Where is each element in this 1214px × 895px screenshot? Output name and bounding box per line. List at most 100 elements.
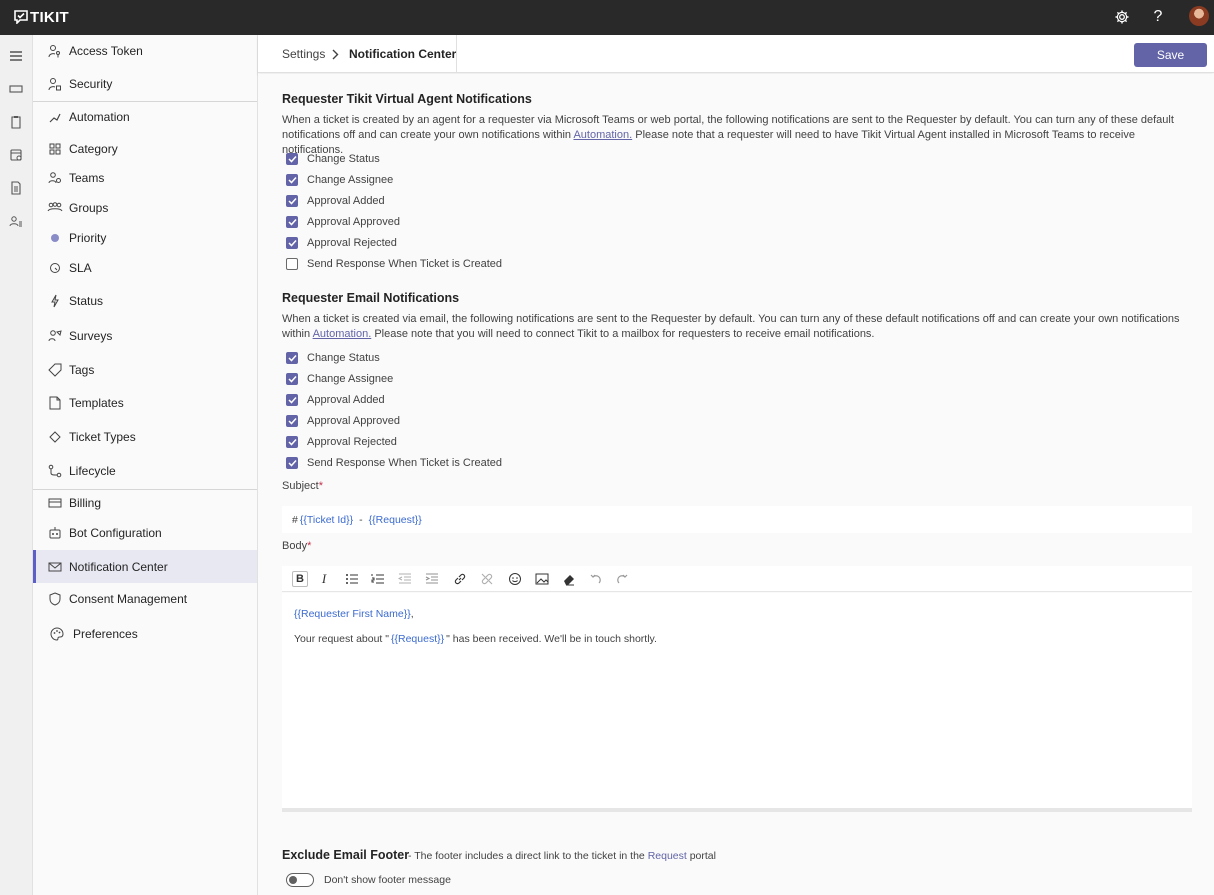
checkbox-checked-icon[interactable]	[286, 174, 298, 186]
email-option-change-status[interactable]: Change Status	[286, 351, 380, 365]
sidebar-item-sla[interactable]: SLA	[33, 253, 257, 283]
bullet-list-icon[interactable]	[344, 571, 360, 587]
va-option-change-assignee[interactable]: Change Assignee	[286, 173, 393, 187]
checkbox-checked-icon[interactable]	[286, 457, 298, 469]
card-icon	[47, 495, 63, 511]
bold-icon[interactable]: B	[292, 571, 308, 587]
email-option-approval-rejected[interactable]: Approval Rejected	[286, 435, 397, 449]
checkbox-unchecked-icon[interactable]	[286, 258, 298, 270]
eraser-icon[interactable]	[561, 571, 577, 587]
sidebar-item-tags[interactable]: Tags	[33, 355, 257, 385]
email-option-change-assignee[interactable]: Change Assignee	[286, 372, 393, 386]
request-token[interactable]: {{Request}}	[391, 633, 444, 645]
checkbox-checked-icon[interactable]	[286, 415, 298, 427]
sidebar-item-preferences[interactable]: Preferences	[33, 619, 257, 649]
va-option-approval-rejected[interactable]: Approval Rejected	[286, 236, 397, 250]
image-icon[interactable]	[534, 571, 550, 587]
sidebar-item-bot-configuration[interactable]: Bot Configuration	[33, 518, 257, 548]
lightning-icon	[47, 293, 63, 309]
numbered-list-icon[interactable]	[370, 571, 386, 587]
sidebar-item-billing[interactable]: Billing	[33, 488, 257, 518]
app-logo[interactable]: TIKIT	[14, 8, 69, 26]
sidebar-item-consent-management[interactable]: Consent Management	[33, 584, 257, 614]
redo-icon[interactable]	[614, 571, 630, 587]
email-option-approval-added[interactable]: Approval Added	[286, 393, 385, 407]
sidebar-item-access-token[interactable]: Access Token	[33, 36, 257, 66]
email-option-approval-approved[interactable]: Approval Approved	[286, 414, 400, 428]
italic-icon[interactable]: I	[316, 571, 332, 587]
automation-link[interactable]: Automation.	[313, 328, 372, 340]
virtual-agent-description: When a ticket is created by an agent for…	[282, 113, 1194, 158]
checkbox-checked-icon[interactable]	[286, 352, 298, 364]
sidebar-item-ticket-types[interactable]: Ticket Types	[33, 422, 257, 452]
checkbox-checked-icon[interactable]	[286, 195, 298, 207]
app-name: TIKIT	[30, 8, 69, 26]
save-button[interactable]: Save	[1134, 43, 1207, 67]
link-icon[interactable]	[452, 571, 468, 587]
sidebar-item-templates[interactable]: Templates	[33, 388, 257, 418]
sidebar-item-category[interactable]: Category	[33, 134, 257, 164]
people-icon[interactable]	[7, 212, 25, 230]
logo-check-icon	[14, 10, 28, 24]
sidebar-item-teams[interactable]: Teams	[33, 163, 257, 193]
va-option-send-response[interactable]: Send Response When Ticket is Created	[286, 257, 502, 271]
sidebar-item-lifecycle[interactable]: Lifecycle	[33, 456, 257, 486]
sidebar-item-surveys[interactable]: Surveys	[33, 321, 257, 351]
top-bar: TIKIT ?	[0, 0, 1214, 35]
body-editor[interactable]: {{Requester First Name}}, Your request a…	[282, 593, 1192, 812]
sidebar-item-label: Preferences	[73, 627, 138, 641]
footer-toggle[interactable]	[286, 873, 314, 887]
option-label: Change Assignee	[307, 174, 394, 186]
option-label: Send Response When Ticket is Created	[307, 457, 503, 469]
virtual-agent-title: Requester Tikit Virtual Agent Notificati…	[282, 92, 532, 106]
hamburger-icon[interactable]	[7, 47, 25, 65]
gear-icon[interactable]	[1112, 7, 1132, 27]
sidebar-item-automation[interactable]: Automation	[33, 102, 257, 132]
clipboard-icon[interactable]	[7, 113, 25, 131]
body-label: Body*	[282, 540, 311, 552]
sidebar-item-label: Bot Configuration	[69, 526, 162, 540]
notification-settings: Requester Tikit Virtual Agent Notificati…	[258, 74, 1214, 895]
sidebar-item-label: Priority	[69, 231, 107, 245]
ticket-id-token[interactable]: {{Ticket Id}}	[300, 514, 353, 526]
checkbox-checked-icon[interactable]	[286, 394, 298, 406]
va-option-approval-added[interactable]: Approval Added	[286, 194, 385, 208]
avatar[interactable]	[1189, 6, 1209, 26]
undo-icon[interactable]	[588, 571, 604, 587]
va-option-approval-approved[interactable]: Approval Approved	[286, 215, 400, 229]
sidebar-item-status[interactable]: Status	[33, 286, 257, 316]
tickets-icon[interactable]	[7, 80, 25, 98]
sidebar-item-notification-center[interactable]: Notification Center	[33, 550, 257, 583]
sidebar-item-security[interactable]: Security	[33, 69, 257, 99]
sidebar-item-label: Category	[69, 142, 118, 156]
emoji-icon[interactable]	[507, 571, 523, 587]
indent-icon[interactable]	[424, 571, 440, 587]
flow-icon	[47, 109, 63, 125]
app-rail	[0, 35, 33, 895]
subject-input[interactable]: # {{Ticket Id}} - {{Request}}	[282, 506, 1192, 533]
outdent-icon[interactable]	[397, 571, 413, 587]
request-token[interactable]: {{Request}}	[369, 514, 422, 526]
checkbox-checked-icon[interactable]	[286, 216, 298, 228]
settings-sidebar: Access Token Security Automation Categor…	[33, 35, 258, 895]
checkbox-checked-icon[interactable]	[286, 153, 298, 165]
calendar-icon[interactable]	[7, 146, 25, 164]
document-icon[interactable]	[7, 179, 25, 197]
unlink-icon[interactable]	[479, 571, 495, 587]
sidebar-item-groups[interactable]: Groups	[33, 193, 257, 223]
email-option-send-response[interactable]: Send Response When Ticket is Created	[286, 456, 502, 470]
sidebar-item-label: SLA	[69, 261, 92, 275]
requester-first-name-token[interactable]: {{Requester First Name}}	[294, 608, 411, 620]
footer-note: - The footer includes a direct link to t…	[408, 850, 716, 862]
footer-note-text: - The footer includes a direct link to t…	[408, 850, 648, 862]
checkbox-checked-icon[interactable]	[286, 373, 298, 385]
sidebar-item-label: Ticket Types	[69, 430, 136, 444]
va-option-change-status[interactable]: Change Status	[286, 152, 380, 166]
breadcrumb-settings[interactable]: Settings	[282, 47, 325, 61]
help-icon[interactable]: ?	[1148, 7, 1168, 27]
sidebar-item-label: Templates	[69, 396, 124, 410]
automation-link[interactable]: Automation.	[573, 129, 632, 141]
checkbox-checked-icon[interactable]	[286, 237, 298, 249]
sidebar-item-priority[interactable]: Priority	[33, 223, 257, 253]
checkbox-checked-icon[interactable]	[286, 436, 298, 448]
